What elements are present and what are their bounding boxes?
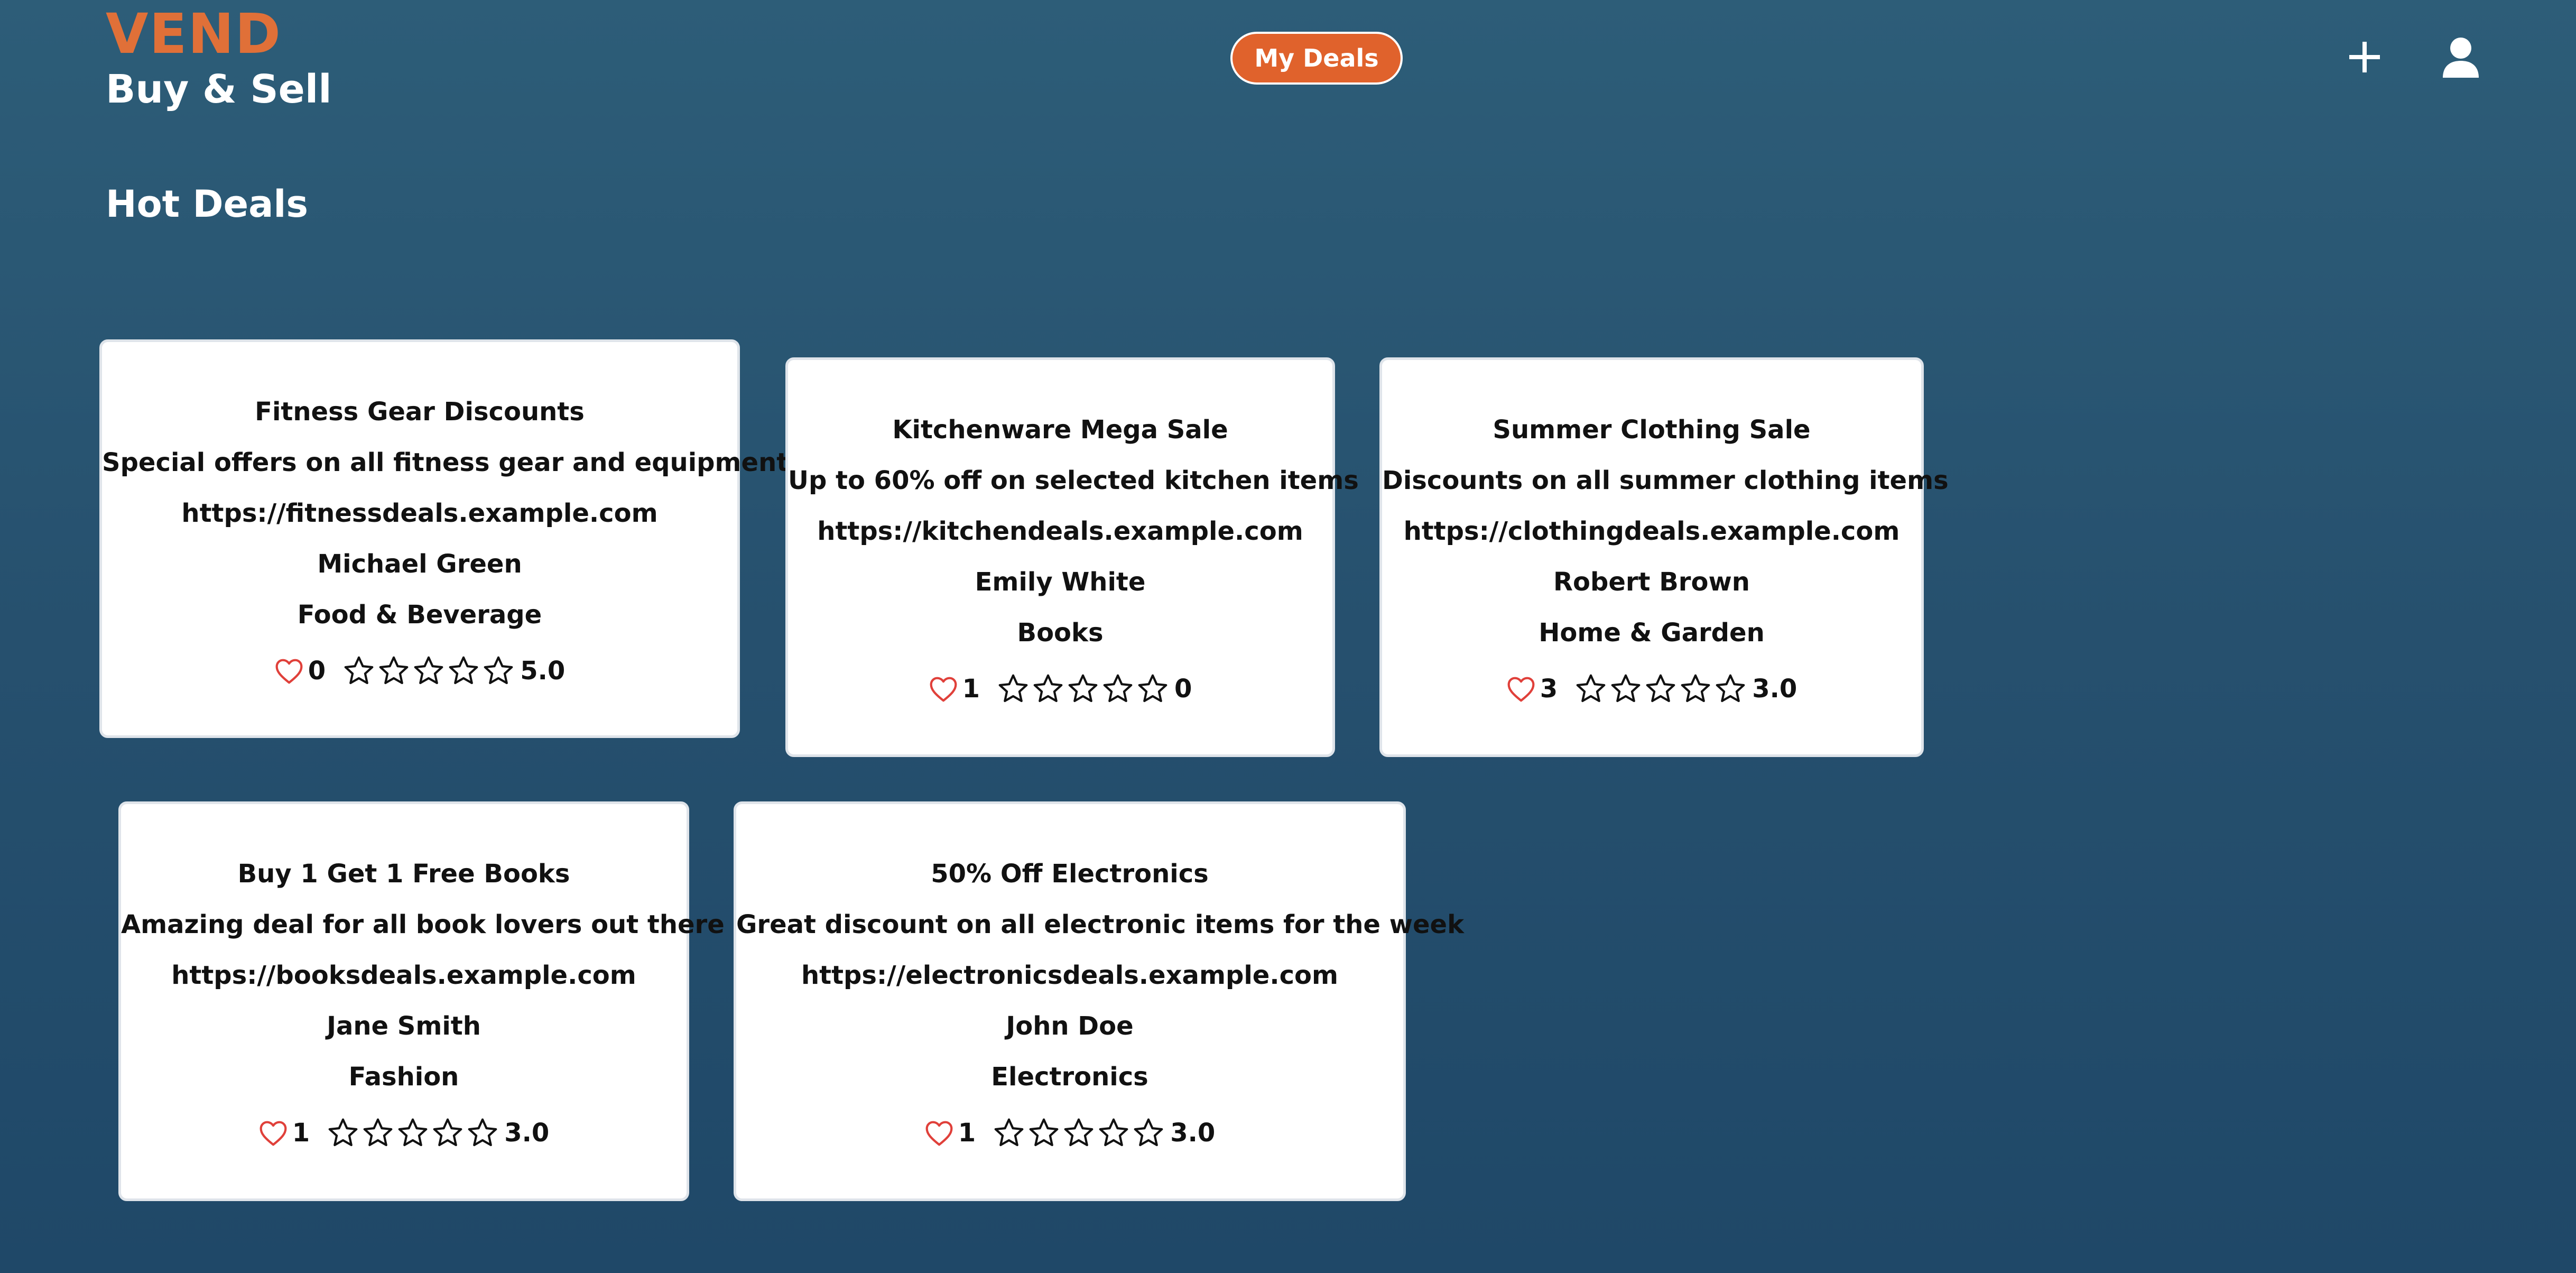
- deal-card[interactable]: Summer Clothing Sale Discounts on all su…: [1379, 357, 1949, 757]
- star-rating[interactable]: 3.0: [327, 1117, 549, 1149]
- star-icon: [468, 1118, 497, 1147]
- deal-description: Up to 60% off on selected kitchen items: [788, 466, 1359, 495]
- like-count: 1: [958, 1118, 976, 1148]
- section-title: Hot Deals: [106, 182, 308, 226]
- star-icon: [994, 1118, 1024, 1147]
- star-icon: [1099, 1118, 1128, 1147]
- like-count: 1: [962, 674, 980, 704]
- user-icon: [2443, 38, 2479, 78]
- star-icon: [449, 656, 478, 685]
- rating-value: 3.0: [504, 1118, 550, 1148]
- like-button[interactable]: 1: [924, 1118, 976, 1148]
- star-icon: [328, 1118, 358, 1147]
- star-icon: [998, 674, 1028, 703]
- deal-author: Jane Smith: [327, 1011, 481, 1041]
- star-icon: [379, 656, 409, 685]
- star-icon: [1134, 1118, 1163, 1147]
- brand-logo[interactable]: VEND Buy & Sell: [106, 3, 332, 114]
- add-deal-button[interactable]: [2339, 32, 2390, 82]
- star-icon: [1138, 674, 1167, 703]
- star-icon: [344, 656, 374, 685]
- deal-category: Fashion: [348, 1062, 459, 1092]
- rating-value: 3.0: [1752, 674, 1797, 704]
- star-icon: [1716, 674, 1745, 703]
- deal-url[interactable]: https://kitchendeals.example.com: [788, 506, 1332, 557]
- deal-url[interactable]: https://electronicsdeals.example.com: [736, 950, 1403, 1001]
- heart-icon: [925, 1121, 953, 1146]
- like-count: 0: [308, 656, 326, 686]
- deal-category: Books: [1017, 618, 1104, 648]
- deal-card[interactable]: 50% Off Electronics Great discount on al…: [734, 801, 1464, 1201]
- deal-card[interactable]: Buy 1 Get 1 Free Books Amazing deal for …: [118, 801, 725, 1201]
- like-count: 1: [292, 1118, 310, 1148]
- deal-meta: 3 3.0: [1382, 662, 1921, 715]
- star-icon: [1681, 674, 1710, 703]
- star-icon: [1068, 674, 1098, 703]
- plus-icon: [2349, 42, 2380, 72]
- star-icon: [1033, 674, 1063, 703]
- deal-author: Michael Green: [317, 549, 522, 579]
- heart-icon: [1507, 677, 1535, 702]
- deal-url[interactable]: https://fitnessdeals.example.com: [102, 488, 737, 539]
- heart-icon: [260, 1121, 287, 1146]
- like-button[interactable]: 3: [1506, 674, 1558, 704]
- deal-title: 50% Off Electronics: [931, 859, 1209, 889]
- deal-meta: 0 5.0: [102, 644, 737, 697]
- star-icon: [484, 656, 513, 685]
- deal-meta: 1 3.0: [736, 1106, 1403, 1159]
- rating-value: 5.0: [520, 656, 566, 686]
- deal-card[interactable]: Kitchenware Mega Sale Up to 60% off on s…: [785, 357, 1359, 757]
- deal-category: Food & Beverage: [297, 600, 542, 630]
- deal-category: Electronics: [991, 1062, 1148, 1092]
- star-rating[interactable]: 5.0: [342, 654, 565, 687]
- deal-card[interactable]: Fitness Gear Discounts Special offers on…: [99, 339, 789, 738]
- like-button[interactable]: 1: [929, 674, 980, 704]
- deal-description: Discounts on all summer clothing items: [1382, 466, 1949, 495]
- star-rating[interactable]: 3.0: [993, 1117, 1215, 1149]
- star-icon: [1103, 674, 1133, 703]
- deal-url[interactable]: https://clothingdeals.example.com: [1382, 506, 1921, 557]
- deal-title: Fitness Gear Discounts: [255, 397, 585, 427]
- star-icon: [433, 1118, 462, 1147]
- deal-author: Emily White: [975, 567, 1146, 597]
- deal-author: Robert Brown: [1553, 567, 1750, 597]
- brand-tagline: Buy & Sell: [106, 67, 332, 112]
- like-count: 3: [1540, 674, 1558, 704]
- heart-icon: [275, 659, 303, 684]
- heart-icon: [930, 677, 957, 702]
- deal-title: Buy 1 Get 1 Free Books: [237, 859, 570, 889]
- star-icon: [1646, 674, 1675, 703]
- rating-value: 0: [1174, 674, 1192, 704]
- my-deals-button[interactable]: My Deals: [1230, 32, 1403, 85]
- deal-description: Amazing deal for all book lovers out the…: [121, 910, 725, 939]
- like-button[interactable]: 0: [274, 656, 326, 686]
- star-icon: [363, 1118, 393, 1147]
- like-button[interactable]: 1: [258, 1118, 310, 1148]
- deal-author: John Doe: [1006, 1011, 1134, 1041]
- deal-description: Special offers on all fitness gear and e…: [102, 448, 789, 477]
- star-rating[interactable]: 3.0: [1574, 672, 1797, 705]
- deal-meta: 1 0: [788, 662, 1332, 715]
- star-icon: [1611, 674, 1641, 703]
- deal-meta: 1 3.0: [121, 1106, 687, 1159]
- deal-title: Kitchenware Mega Sale: [892, 415, 1228, 445]
- deal-category: Home & Garden: [1539, 618, 1765, 648]
- star-icon: [398, 1118, 428, 1147]
- deal-title: Summer Clothing Sale: [1493, 415, 1811, 445]
- star-icon: [1576, 674, 1606, 703]
- star-icon: [1029, 1118, 1059, 1147]
- user-profile-button[interactable]: [2435, 32, 2486, 82]
- deal-url[interactable]: https://booksdeals.example.com: [121, 950, 687, 1001]
- deal-description: Great discount on all electronic items f…: [736, 910, 1464, 939]
- brand-title: VEND: [106, 2, 282, 66]
- rating-value: 3.0: [1170, 1118, 1216, 1148]
- star-icon: [1064, 1118, 1094, 1147]
- star-rating[interactable]: 0: [997, 672, 1192, 705]
- star-icon: [414, 656, 443, 685]
